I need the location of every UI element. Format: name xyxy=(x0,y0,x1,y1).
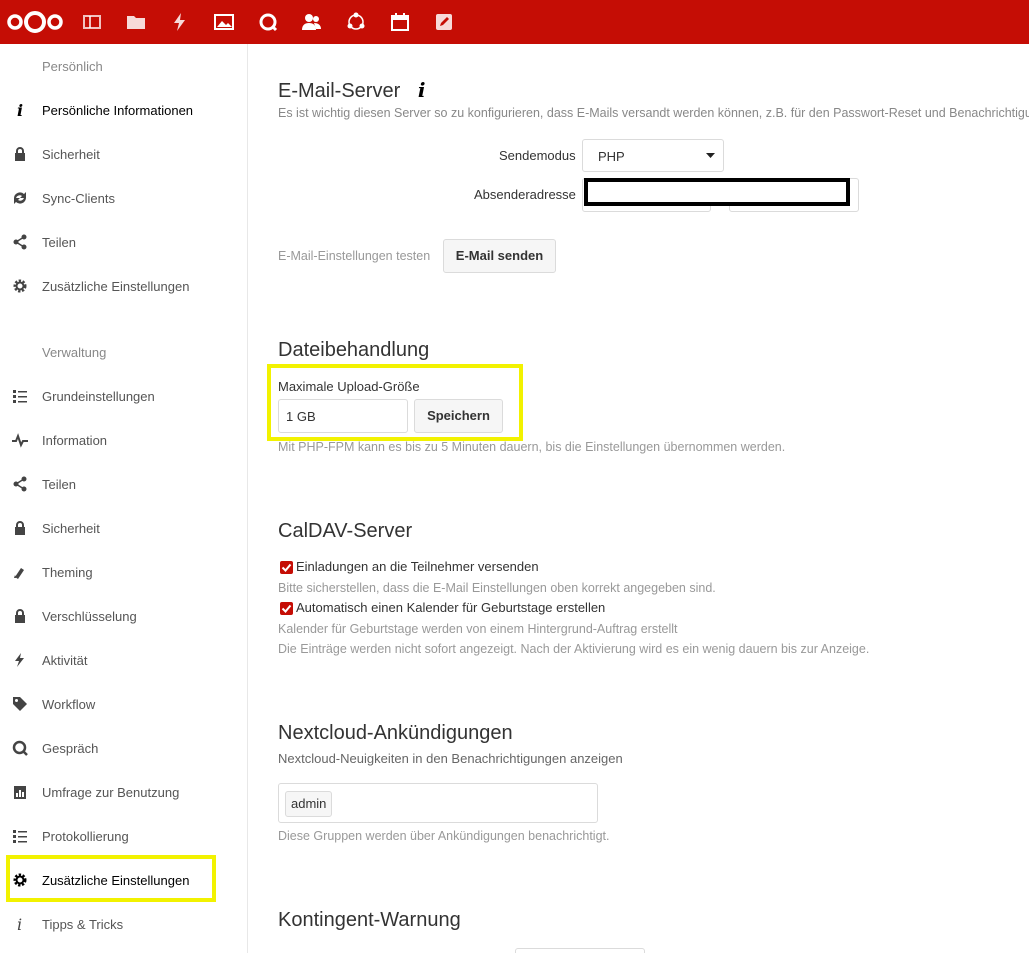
sidebar-item-label: Sync-Clients xyxy=(42,191,115,206)
info-icon: i xyxy=(17,102,23,118)
send-mode-label: Sendemodus xyxy=(499,148,576,163)
announcements-note: Diese Gruppen werden über Ankündigungen … xyxy=(278,829,610,843)
redaction-box xyxy=(584,178,850,206)
sidebar-item-theming[interactable]: Theming xyxy=(0,551,247,595)
sidebar-item-label: Verschlüsselung xyxy=(42,609,137,624)
personal-heading: Persönlich xyxy=(42,59,103,74)
nextcloud-logo-icon[interactable] xyxy=(4,10,66,34)
share-icon xyxy=(13,476,27,492)
announcements-description: Nextcloud-Neuigkeiten in den Benachricht… xyxy=(278,751,623,766)
lock-icon xyxy=(15,521,25,535)
bolt-icon xyxy=(15,653,24,667)
sidebar-item-label: Gespräch xyxy=(42,741,99,756)
sidebar-item-label: Aktivität xyxy=(42,653,88,668)
email-description: Es ist wichtig diesen Server so zu konfi… xyxy=(278,106,1029,120)
birthday-calendar-hint-1: Kalender für Geburtstage werden von eine… xyxy=(278,622,678,636)
send-test-email-button[interactable]: E-Mail senden xyxy=(443,239,556,273)
sync-icon xyxy=(14,192,26,204)
sidebar-item-label: Teilen xyxy=(42,235,76,250)
sender-address-label: Absenderadresse xyxy=(474,187,576,202)
dashboard-icon[interactable] xyxy=(82,12,102,32)
send-invitations-label: Einladungen an die Teilnehmer versenden xyxy=(296,559,539,574)
share-icon xyxy=(13,234,27,250)
email-section-title: E-Mail-Server i xyxy=(278,78,425,103)
quota-warning-input[interactable] xyxy=(515,948,645,953)
send-mode-value: PHP xyxy=(598,149,625,164)
lock-icon xyxy=(15,609,25,623)
info-icon: i xyxy=(17,916,22,932)
sidebar-item-sync-clients[interactable]: Sync-Clients xyxy=(0,177,247,221)
sidebar-item-label: Teilen xyxy=(42,477,76,492)
svg-text:i: i xyxy=(17,102,23,118)
php-fpm-note: Mit PHP-FPM kann es bis zu 5 Minuten dau… xyxy=(278,440,786,454)
email-title-text: E-Mail-Server xyxy=(278,80,401,102)
sidebar-item-label: Grundeinstellungen xyxy=(42,389,155,404)
talk-icon[interactable] xyxy=(258,12,278,32)
announcement-groups-input[interactable]: admin xyxy=(278,783,598,823)
top-app-bar xyxy=(0,0,1029,44)
highlight-annotation xyxy=(267,364,523,441)
contacts-icon[interactable] xyxy=(302,12,322,32)
sidebar-item-encryption[interactable]: Verschlüsselung xyxy=(0,595,247,639)
list-icon xyxy=(13,830,27,843)
list-icon xyxy=(13,390,27,403)
sidebar-item-label: Persönliche Informationen xyxy=(42,103,194,118)
calendar-icon[interactable] xyxy=(390,12,410,32)
sidebar-item-tips-tricks[interactable]: i Tipps & Tricks xyxy=(0,903,247,947)
file-handling-title: Dateibehandlung xyxy=(278,339,430,361)
sidebar-item-label: Protokollierung xyxy=(42,829,129,844)
brush-icon xyxy=(14,568,24,579)
lock-icon xyxy=(15,147,25,161)
sidebar-item-admin-security[interactable]: Sicherheit xyxy=(0,507,247,551)
sidebar-item-security[interactable]: Sicherheit xyxy=(0,133,247,177)
sidebar-item-additional-settings[interactable]: Zusätzliche Einstellungen xyxy=(0,265,247,309)
activity-icon[interactable] xyxy=(170,12,190,32)
sidebar-item-logging[interactable]: Protokollierung xyxy=(0,815,247,859)
sidebar-item-basic-settings[interactable]: Grundeinstellungen xyxy=(0,375,247,419)
chevron-down-icon xyxy=(706,153,715,158)
gear-icon xyxy=(13,279,27,293)
info-icon[interactable]: i xyxy=(418,78,426,102)
sidebar-item-label: Workflow xyxy=(42,697,96,712)
caldav-title: CalDAV-Server xyxy=(278,520,413,542)
send-mode-select[interactable]: PHP xyxy=(582,139,724,172)
sidebar-item-label: Theming xyxy=(42,565,93,580)
sidebar-item-label: Sicherheit xyxy=(42,147,100,162)
sidebar-item-sharing[interactable]: Teilen xyxy=(0,221,247,265)
gallery-icon[interactable] xyxy=(214,12,234,32)
sidebar-item-label: Tipps & Tricks xyxy=(42,917,124,932)
group-tag[interactable]: admin xyxy=(285,791,333,817)
pulse-icon xyxy=(12,433,28,448)
svg-text:i: i xyxy=(17,916,22,932)
sidebar-item-label: Umfrage zur Benutzung xyxy=(42,785,180,800)
email-test-label: E-Mail-Einstellungen testen xyxy=(278,249,431,263)
sidebar-item-talk[interactable]: Gespräch xyxy=(0,727,247,771)
birthday-calendar-checkbox[interactable] xyxy=(280,602,293,615)
sidebar-item-label: Information xyxy=(42,433,108,448)
send-invitations-hint: Bitte sicherstellen, dass die E-Mail Ein… xyxy=(278,581,716,595)
birthday-calendar-label: Automatisch einen Kalender für Geburtsta… xyxy=(296,600,606,615)
birthday-calendar-hint-2: Die Einträge werden nicht sofort angezei… xyxy=(278,642,870,656)
sidebar-item-activity[interactable]: Aktivität xyxy=(0,639,247,683)
quota-warning-title: Kontingent-Warnung xyxy=(278,909,461,931)
sidebar-item-label: Zusätzliche Einstellungen xyxy=(42,279,190,294)
notes-icon[interactable] xyxy=(434,12,454,32)
sidebar-item-personal-info[interactable]: i Persönliche Informationen xyxy=(0,89,247,133)
files-icon[interactable] xyxy=(126,12,146,32)
sidebar-item-usage-survey[interactable]: Umfrage zur Benutzung xyxy=(0,771,247,815)
send-invitations-checkbox[interactable] xyxy=(280,561,293,574)
announcements-title: Nextcloud-Ankündigungen xyxy=(278,722,513,744)
settings-content: E-Mail-Server i Es ist wichtig diesen Se… xyxy=(248,44,1029,953)
highlight-annotation xyxy=(6,855,216,902)
settings-sidebar: Persönlich i Persönliche Informationen S… xyxy=(0,44,248,953)
talk-icon xyxy=(12,740,28,756)
admin-heading: Verwaltung xyxy=(42,345,107,360)
survey-icon xyxy=(14,786,26,799)
sidebar-item-workflow[interactable]: Workflow xyxy=(0,683,247,727)
circles-icon[interactable] xyxy=(346,12,366,32)
sidebar-item-label: Sicherheit xyxy=(42,521,100,536)
tag-icon xyxy=(13,697,27,711)
sidebar-item-information[interactable]: Information xyxy=(0,419,247,463)
sidebar-item-admin-sharing[interactable]: Teilen xyxy=(0,463,247,507)
